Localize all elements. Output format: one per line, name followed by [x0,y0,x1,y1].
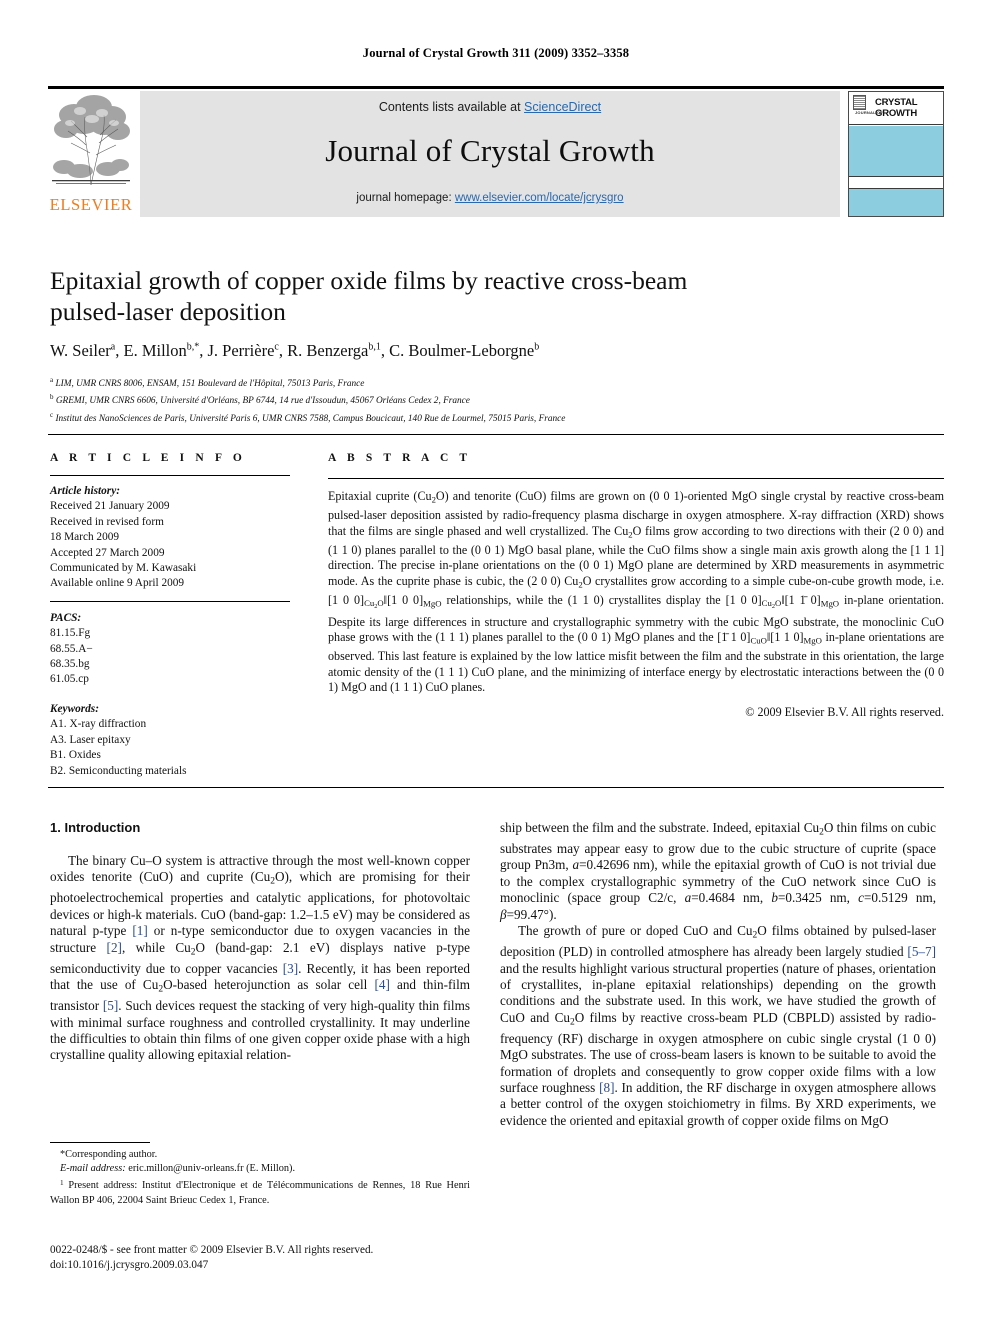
copyright-line: © 2009 Elsevier B.V. All rights reserved… [745,705,944,720]
journal-homepage-link[interactable]: www.elsevier.com/locate/jcrysgro [455,192,624,204]
email-note: E-mail address: eric.millon@univ-orleans… [50,1162,470,1176]
email-label: E-mail address: [60,1163,126,1175]
masthead-banner: Contents lists available at ScienceDirec… [140,91,840,217]
present-address-text: Present address: Institut d'Electronique… [50,1180,471,1206]
author-list: W. Seilera, E. Millonb,*, J. Perrièrec, … [50,341,540,360]
affiliation-text: LIM, UMR CNRS 8006, ENSAM, 151 Boulevard… [55,379,365,390]
intro-paragraph-right-1: ship between the film and the substrate.… [500,820,937,922]
imprint-block: 0022-0248/$ - see front matter © 2009 El… [50,1243,550,1273]
title-block: Epitaxial growth of copper oxide films b… [50,265,750,361]
cover-header: JOURNAL OF CRYSTAL GROWTH [849,92,943,125]
elsevier-logo: ELSEVIER [48,91,134,217]
footnote-rule [50,1142,150,1143]
elsevier-wordmark: ELSEVIER [49,195,133,214]
abstract-column: A B S T R A C T Epitaxial cuprite (Cu2O)… [328,452,944,720]
doi-line: doi:10.1016/j.jcrysgro.2009.03.047 [50,1259,209,1271]
affiliation-list: a LIM, UMR CNRS 8006, ENSAM, 151 Bouleva… [50,374,810,426]
cover-title: CRYSTAL GROWTH [875,97,918,119]
pacs-item: 68.55.A− [50,642,93,655]
affiliation-item: c Institut des NanoSciences de Paris, Un… [50,410,566,424]
corresponding-author-note: *Corresponding author. [60,1149,158,1160]
pacs-item: 61.05.cp [50,673,89,686]
homepage-prefix: journal homepage: [356,192,455,204]
present-address-marker: 1 [60,1179,64,1188]
info-band-top-rule [48,434,944,435]
contents-prefix: Contents lists available at [378,100,525,114]
body-column-left: 1. Introduction The binary Cu–O system i… [50,820,470,1064]
history-item: Received 21 January 2009 [50,500,170,513]
abstract-text: Epitaxial cuprite (Cu2O) and tenorite (C… [328,489,944,695]
contents-available-line: Contents lists available at ScienceDirec… [140,100,840,114]
journal-homepage-line: journal homepage: www.elsevier.com/locat… [140,192,840,204]
info-band-bottom-rule [48,787,944,788]
journal-title: Journal of Crystal Growth [325,133,655,168]
history-item: 18 March 2009 [50,531,120,544]
history-item: Received in revised form [50,515,164,528]
pacs-item: 81.15.Fg [50,627,91,640]
section-heading-introduction: 1. Introduction [50,820,141,835]
affiliation-text: GREMI, UMR CNRS 6606, Université d'Orléa… [55,396,470,407]
footnote-block: *Corresponding author. E-mail address: e… [50,1142,470,1208]
keyword-item: B2. Semiconducting materials [50,764,187,777]
pacs-item: 68.35.bg [50,658,90,671]
abstract-rule [328,478,944,479]
article-history-label: Article history: [50,485,120,497]
history-item: Communicated by M. Kawasaki [50,562,197,575]
running-head: Journal of Crystal Growth 311 (2009) 335… [362,46,630,60]
affiliation-text: Institut des NanoSciences de Paris, Univ… [55,413,566,424]
issn-line: 0022-0248/$ - see front matter © 2009 El… [50,1244,374,1256]
present-address-note: 1 Present address: Institut d'Electroniq… [50,1176,470,1207]
article-info-rule [50,475,290,476]
elsevier-tree-icon [50,93,132,191]
article-info-heading: A R T I C L E I N F O [50,452,246,464]
article-history-rule [50,600,290,602]
article-page: Journal of Crystal Growth 311 (2009) 335… [0,0,992,1323]
cover-publisher-icon [853,95,866,110]
keyword-item: B1. Oxides [50,749,101,762]
journal-masthead: ELSEVIER Contents lists available at Sci… [48,86,944,217]
history-item: Accepted 27 March 2009 [50,546,165,559]
journal-cover-thumbnail: JOURNAL OF CRYSTAL GROWTH [848,91,944,217]
pacs-label: PACS: [50,611,82,624]
masthead-top-rule [48,86,944,89]
intro-paragraph-right-2: The growth of pure or doped CuO and Cu2O… [500,923,937,1128]
page-title: Epitaxial growth of copper oxide films b… [50,266,688,326]
history-item: Available online 9 April 2009 [50,577,185,590]
intro-paragraph-left: The binary Cu–O system is attractive thr… [50,853,471,1063]
cover-band-lower [849,189,943,216]
affiliation-item: a LIM, UMR CNRS 8006, ENSAM, 151 Bouleva… [50,376,365,390]
keywords-label: Keywords: [50,702,99,715]
abstract-heading: A B S T R A C T [328,452,472,464]
body-column-right: ship between the film and the substrate.… [500,820,936,1129]
sciencedirect-link[interactable]: ScienceDirect [524,100,601,114]
cover-band-upper [849,126,943,177]
affiliation-item: b GREMI, UMR CNRS 6606, Université d'Orl… [50,393,470,407]
keyword-item: A3. Laser epitaxy [50,733,131,746]
cover-band-white [849,177,943,189]
email-link[interactable]: eric.millon@univ-orleans.fr (E. Millon). [128,1163,295,1174]
article-info-column: A R T I C L E I N F O Article history: R… [50,452,290,779]
keyword-item: A1. X-ray diffraction [50,718,147,731]
